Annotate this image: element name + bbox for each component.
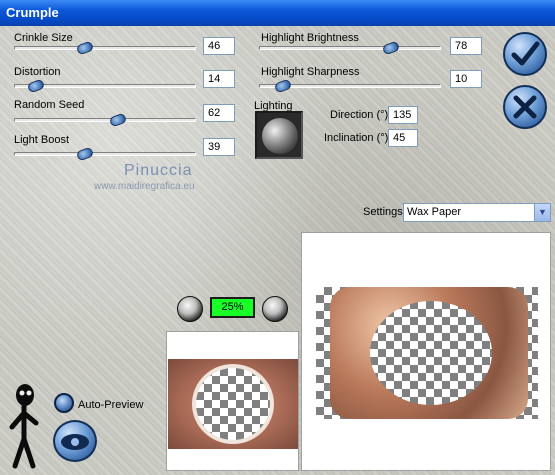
inclination-label: Inclination (°): [324, 132, 389, 144]
checkmark-icon: [511, 41, 540, 66]
auto-preview-label: Auto-Preview: [78, 399, 144, 411]
source-frame-image: [168, 359, 298, 449]
result-preview[interactable]: [301, 232, 551, 471]
settings-select[interactable]: Wax Paper ▼: [403, 203, 551, 222]
preview-eye-button[interactable]: [53, 420, 97, 462]
crumpled-frame-image: [330, 287, 528, 419]
highlight-sharpness-field[interactable]: 10: [450, 70, 482, 88]
cross-icon: [513, 95, 537, 119]
frame-opening: [370, 301, 492, 405]
random-seed-field[interactable]: 62: [203, 104, 235, 122]
distortion-label: Distortion: [14, 66, 61, 78]
direction-field[interactable]: 135: [388, 106, 418, 124]
highlight-sharpness-thumb[interactable]: [273, 78, 293, 94]
eye-icon: [61, 434, 89, 450]
crinkle-size-thumb[interactable]: [75, 40, 95, 56]
highlight-brightness-label: Highlight Brightness: [261, 32, 359, 44]
settings-selected-value: Wax Paper: [407, 206, 462, 218]
highlight-brightness-field[interactable]: 78: [450, 37, 482, 55]
auto-preview-toggle[interactable]: [54, 393, 74, 413]
watermark-name: Pinuccia: [124, 162, 193, 179]
source-frame-opening: [192, 364, 274, 444]
ok-button[interactable]: [503, 32, 547, 76]
highlight-brightness-track[interactable]: [259, 46, 441, 50]
chevron-down-icon[interactable]: ▼: [534, 204, 550, 221]
inclination-field[interactable]: 45: [388, 129, 418, 147]
light-sphere-icon: [262, 118, 298, 154]
crinkle-size-track[interactable]: [14, 46, 196, 50]
light-boost-track[interactable]: [14, 152, 196, 156]
window-title: Crumple: [6, 5, 59, 20]
distortion-field[interactable]: 14: [203, 70, 235, 88]
random-seed-label: Random Seed: [14, 99, 85, 111]
highlight-brightness-thumb[interactable]: [381, 40, 401, 56]
watermark-site: www.maidiregrafica.eu: [94, 181, 195, 192]
crinkle-size-label: Crinkle Size: [14, 32, 73, 44]
settings-label: Settings:: [363, 206, 406, 218]
zoom-in-icon[interactable]: [262, 296, 288, 322]
cancel-button[interactable]: [503, 85, 547, 129]
light-boost-field[interactable]: 39: [203, 138, 235, 156]
random-seed-track[interactable]: [14, 118, 196, 122]
random-seed-thumb[interactable]: [108, 112, 128, 128]
light-boost-thumb[interactable]: [75, 146, 95, 162]
distortion-thumb[interactable]: [26, 78, 46, 94]
lighting-sphere-control[interactable]: [255, 111, 303, 159]
zoom-level: 25%: [210, 297, 255, 318]
figure-icon: [9, 384, 39, 469]
source-preview[interactable]: [166, 331, 299, 471]
light-boost-label: Light Boost: [14, 134, 70, 146]
title-bar: Crumple: [0, 0, 555, 26]
crumple-dialog: Crumple Crinkle Size 46 Distortion 14 Ra…: [0, 0, 555, 475]
zoom-out-icon[interactable]: [177, 296, 203, 322]
crinkle-size-field[interactable]: 46: [203, 37, 235, 55]
direction-label: Direction (°): [330, 109, 389, 121]
preview-transparency: [316, 287, 538, 419]
highlight-sharpness-label: Highlight Sharpness: [261, 66, 360, 78]
